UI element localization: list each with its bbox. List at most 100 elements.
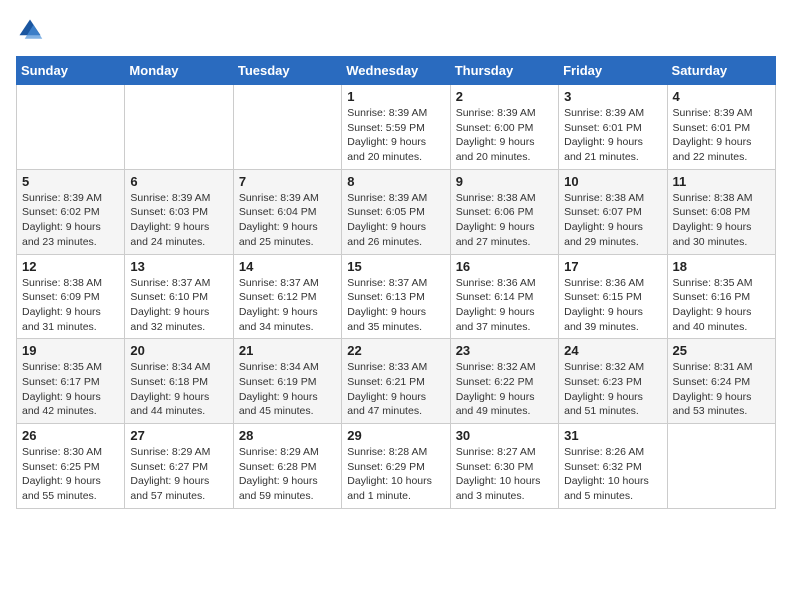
day-info: Sunrise: 8:39 AM Sunset: 6:01 PM Dayligh… <box>673 106 770 165</box>
day-number: 14 <box>239 259 336 274</box>
day-info: Sunrise: 8:39 AM Sunset: 6:01 PM Dayligh… <box>564 106 661 165</box>
day-info: Sunrise: 8:29 AM Sunset: 6:28 PM Dayligh… <box>239 445 336 504</box>
day-number: 22 <box>347 343 444 358</box>
calendar-cell: 3 Sunrise: 8:39 AM Sunset: 6:01 PM Daylig… <box>559 85 667 170</box>
day-number: 4 <box>673 89 770 104</box>
calendar-cell: 24Sunrise: 8:32 AM Sunset: 6:23 PM Dayli… <box>559 339 667 424</box>
day-info: Sunrise: 8:37 AM Sunset: 6:10 PM Dayligh… <box>130 276 227 335</box>
calendar-cell: 6 Sunrise: 8:39 AM Sunset: 6:03 PM Daylig… <box>125 169 233 254</box>
calendar-cell: 9 Sunrise: 8:38 AM Sunset: 6:06 PM Daylig… <box>450 169 558 254</box>
calendar-cell: 21 Sunrise: 8:34 AM Sunset: 6:19 PM Dayli… <box>233 339 341 424</box>
calendar-cell: 30 Sunrise: 8:27 AM Sunset: 6:30 PM Dayli… <box>450 424 558 509</box>
day-number: 3 <box>564 89 661 104</box>
day-number: 20 <box>130 343 227 358</box>
day-number: 19 <box>22 343 119 358</box>
day-header-wednesday: Wednesday <box>342 57 450 85</box>
calendar-week-4: 19 Sunrise: 8:35 AM Sunset: 6:17 PM Dayli… <box>17 339 776 424</box>
day-header-tuesday: Tuesday <box>233 57 341 85</box>
day-info: Sunrise: 8:26 AM Sunset: 6:32 PM Dayligh… <box>564 445 661 504</box>
calendar-week-2: 5 Sunrise: 8:39 AM Sunset: 6:02 PM Daylig… <box>17 169 776 254</box>
calendar-week-5: 26 Sunrise: 8:30 AM Sunset: 6:25 PM Dayli… <box>17 424 776 509</box>
day-number: 12 <box>22 259 119 274</box>
day-number: 13 <box>130 259 227 274</box>
day-number: 9 <box>456 174 553 189</box>
day-number: 31 <box>564 428 661 443</box>
day-info: Sunrise: 8:39 AM Sunset: 6:04 PM Dayligh… <box>239 191 336 250</box>
calendar-cell: 27 Sunrise: 8:29 AM Sunset: 6:27 PM Dayli… <box>125 424 233 509</box>
day-info: Sunrise: 8:31 AM Sunset: 6:24 PM Dayligh… <box>673 360 770 419</box>
logo <box>16 16 48 44</box>
calendar-cell: 22 Sunrise: 8:33 AM Sunset: 6:21 PM Dayli… <box>342 339 450 424</box>
calendar-cell: 28 Sunrise: 8:29 AM Sunset: 6:28 PM Dayli… <box>233 424 341 509</box>
day-number: 5 <box>22 174 119 189</box>
calendar-cell: 29Sunrise: 8:28 AM Sunset: 6:29 PM Dayli… <box>342 424 450 509</box>
logo-icon <box>16 16 44 44</box>
day-info: Sunrise: 8:38 AM Sunset: 6:07 PM Dayligh… <box>564 191 661 250</box>
day-number: 6 <box>130 174 227 189</box>
day-number: 25 <box>673 343 770 358</box>
day-info: Sunrise: 8:34 AM Sunset: 6:18 PM Dayligh… <box>130 360 227 419</box>
day-info: Sunrise: 8:39 AM Sunset: 6:02 PM Dayligh… <box>22 191 119 250</box>
day-info: Sunrise: 8:32 AM Sunset: 6:22 PM Dayligh… <box>456 360 553 419</box>
day-info: Sunrise: 8:27 AM Sunset: 6:30 PM Dayligh… <box>456 445 553 504</box>
calendar-cell: 13 Sunrise: 8:37 AM Sunset: 6:10 PM Dayli… <box>125 254 233 339</box>
calendar-cell: 20 Sunrise: 8:34 AM Sunset: 6:18 PM Dayli… <box>125 339 233 424</box>
calendar-cell: 5 Sunrise: 8:39 AM Sunset: 6:02 PM Daylig… <box>17 169 125 254</box>
day-info: Sunrise: 8:39 AM Sunset: 5:59 PM Dayligh… <box>347 106 444 165</box>
calendar-header-row: SundayMondayTuesdayWednesdayThursdayFrid… <box>17 57 776 85</box>
calendar-table: SundayMondayTuesdayWednesdayThursdayFrid… <box>16 56 776 509</box>
calendar-cell: 12 Sunrise: 8:38 AM Sunset: 6:09 PM Dayli… <box>17 254 125 339</box>
day-number: 1 <box>347 89 444 104</box>
day-number: 7 <box>239 174 336 189</box>
day-info: Sunrise: 8:37 AM Sunset: 6:13 PM Dayligh… <box>347 276 444 335</box>
day-number: 2 <box>456 89 553 104</box>
calendar-cell: 1 Sunrise: 8:39 AM Sunset: 5:59 PM Daylig… <box>342 85 450 170</box>
day-info: Sunrise: 8:38 AM Sunset: 6:06 PM Dayligh… <box>456 191 553 250</box>
calendar-cell <box>233 85 341 170</box>
day-info: Sunrise: 8:38 AM Sunset: 6:09 PM Dayligh… <box>22 276 119 335</box>
day-number: 15 <box>347 259 444 274</box>
day-number: 18 <box>673 259 770 274</box>
calendar-cell: 25 Sunrise: 8:31 AM Sunset: 6:24 PM Dayli… <box>667 339 775 424</box>
calendar-week-1: 1 Sunrise: 8:39 AM Sunset: 5:59 PM Daylig… <box>17 85 776 170</box>
day-number: 27 <box>130 428 227 443</box>
day-info: Sunrise: 8:39 AM Sunset: 6:03 PM Dayligh… <box>130 191 227 250</box>
day-number: 21 <box>239 343 336 358</box>
day-number: 23 <box>456 343 553 358</box>
day-info: Sunrise: 8:35 AM Sunset: 6:16 PM Dayligh… <box>673 276 770 335</box>
day-info: Sunrise: 8:30 AM Sunset: 6:25 PM Dayligh… <box>22 445 119 504</box>
day-header-saturday: Saturday <box>667 57 775 85</box>
day-number: 26 <box>22 428 119 443</box>
calendar-cell: 17Sunrise: 8:36 AM Sunset: 6:15 PM Dayli… <box>559 254 667 339</box>
day-header-sunday: Sunday <box>17 57 125 85</box>
day-header-monday: Monday <box>125 57 233 85</box>
page-header <box>16 16 776 44</box>
day-info: Sunrise: 8:29 AM Sunset: 6:27 PM Dayligh… <box>130 445 227 504</box>
day-info: Sunrise: 8:37 AM Sunset: 6:12 PM Dayligh… <box>239 276 336 335</box>
day-number: 28 <box>239 428 336 443</box>
day-info: Sunrise: 8:34 AM Sunset: 6:19 PM Dayligh… <box>239 360 336 419</box>
calendar-cell: 10 Sunrise: 8:38 AM Sunset: 6:07 PM Dayli… <box>559 169 667 254</box>
day-info: Sunrise: 8:39 AM Sunset: 6:05 PM Dayligh… <box>347 191 444 250</box>
calendar-cell: 26 Sunrise: 8:30 AM Sunset: 6:25 PM Dayli… <box>17 424 125 509</box>
calendar-week-3: 12 Sunrise: 8:38 AM Sunset: 6:09 PM Dayli… <box>17 254 776 339</box>
calendar-cell <box>17 85 125 170</box>
day-info: Sunrise: 8:39 AM Sunset: 6:00 PM Dayligh… <box>456 106 553 165</box>
calendar-cell: 8Sunrise: 8:39 AM Sunset: 6:05 PM Daylig… <box>342 169 450 254</box>
day-number: 11 <box>673 174 770 189</box>
day-number: 30 <box>456 428 553 443</box>
day-header-friday: Friday <box>559 57 667 85</box>
day-number: 10 <box>564 174 661 189</box>
calendar-cell: 2 Sunrise: 8:39 AM Sunset: 6:00 PM Daylig… <box>450 85 558 170</box>
calendar-cell: 4 Sunrise: 8:39 AM Sunset: 6:01 PM Daylig… <box>667 85 775 170</box>
day-number: 29 <box>347 428 444 443</box>
calendar-cell: 16Sunrise: 8:36 AM Sunset: 6:14 PM Dayli… <box>450 254 558 339</box>
calendar-cell: 14 Sunrise: 8:37 AM Sunset: 6:12 PM Dayli… <box>233 254 341 339</box>
day-info: Sunrise: 8:35 AM Sunset: 6:17 PM Dayligh… <box>22 360 119 419</box>
day-number: 24 <box>564 343 661 358</box>
day-number: 16 <box>456 259 553 274</box>
day-header-thursday: Thursday <box>450 57 558 85</box>
day-info: Sunrise: 8:33 AM Sunset: 6:21 PM Dayligh… <box>347 360 444 419</box>
calendar-cell: 7 Sunrise: 8:39 AM Sunset: 6:04 PM Daylig… <box>233 169 341 254</box>
day-info: Sunrise: 8:36 AM Sunset: 6:15 PM Dayligh… <box>564 276 661 335</box>
